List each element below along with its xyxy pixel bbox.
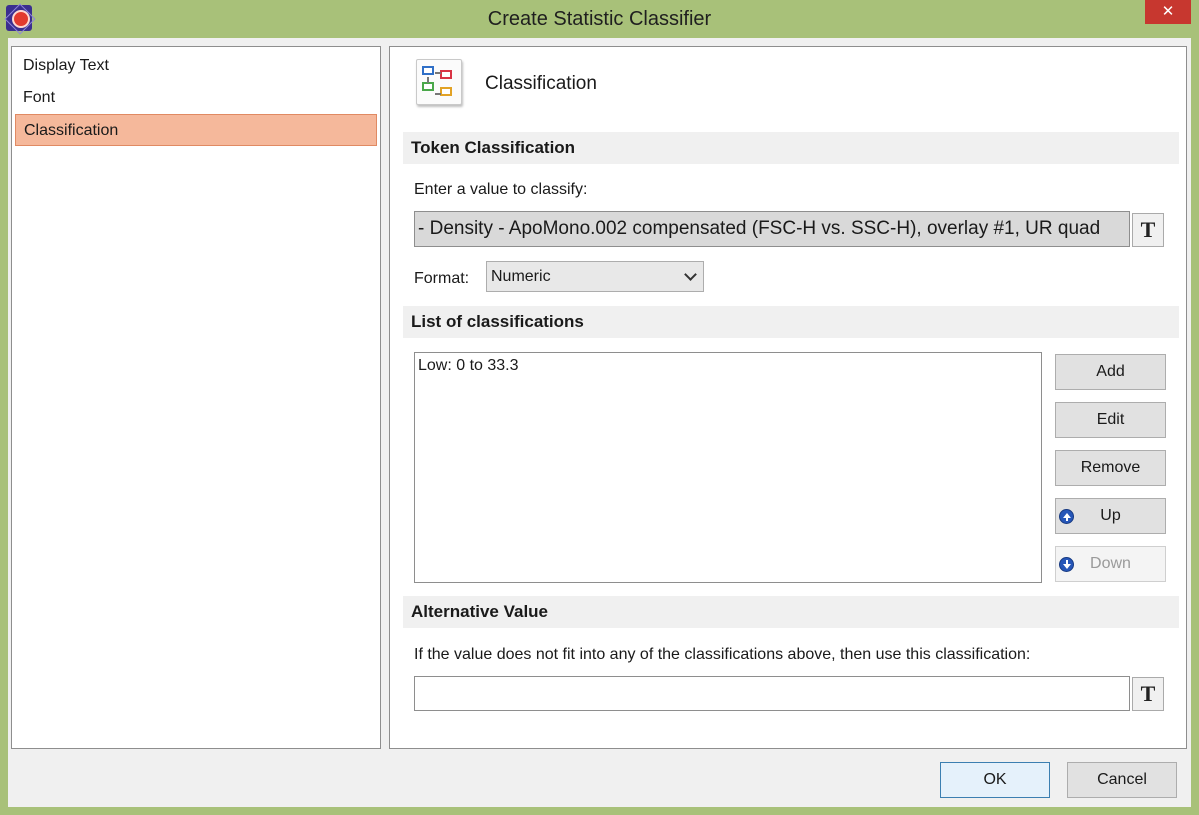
classification-listbox[interactable]: Low: 0 to 33.3 [414, 352, 1042, 583]
classification-panel: Classification Token Classification Ente… [389, 46, 1187, 749]
up-button-label: Up [1100, 507, 1121, 524]
close-button[interactable]: ✕ [1145, 0, 1191, 24]
window-title: Create Statistic Classifier [487, 8, 712, 30]
ok-button[interactable]: OK [940, 762, 1050, 798]
format-label: Format: [414, 270, 470, 287]
cancel-button[interactable]: Cancel [1067, 762, 1177, 798]
classify-prompt-label: Enter a value to classify: [414, 181, 588, 198]
classification-list-header: List of classifications [403, 306, 1179, 338]
format-select[interactable]: Numeric [486, 261, 704, 292]
format-select-value: Numeric [491, 268, 551, 285]
remove-button[interactable]: Remove [1055, 450, 1166, 486]
alternative-value-header: Alternative Value [403, 596, 1179, 628]
down-button[interactable]: Down [1055, 546, 1166, 582]
list-item[interactable]: Low: 0 to 33.3 [418, 357, 519, 375]
nav-item-font[interactable]: Font [15, 82, 377, 114]
alternative-value-input[interactable] [414, 676, 1130, 711]
token-classification-header: Token Classification [403, 132, 1179, 164]
up-button[interactable]: Up [1055, 498, 1166, 534]
title-bar: Create Statistic Classifier ✕ [0, 0, 1199, 38]
nav-item-classification[interactable]: Classification [15, 114, 377, 146]
arrow-down-icon [1059, 557, 1074, 572]
arrow-up-icon [1059, 509, 1074, 524]
edit-button[interactable]: Edit [1055, 402, 1166, 438]
insert-token-button[interactable]: T [1132, 213, 1164, 247]
down-button-label: Down [1090, 555, 1131, 572]
category-list: Display Text Font Classification [11, 46, 381, 749]
classify-value-input[interactable]: - Density - ApoMono.002 compensated (FSC… [414, 211, 1130, 247]
add-button[interactable]: Add [1055, 354, 1166, 390]
dialog-body: Display Text Font Classification Classif… [8, 38, 1191, 807]
alternative-prompt-label: If the value does not fit into any of th… [414, 646, 1031, 663]
alternative-insert-token-button[interactable]: T [1132, 677, 1164, 711]
nav-item-display-text[interactable]: Display Text [15, 50, 377, 82]
classification-icon [416, 59, 462, 105]
chevron-down-icon [684, 268, 697, 281]
panel-title: Classification [485, 73, 597, 94]
